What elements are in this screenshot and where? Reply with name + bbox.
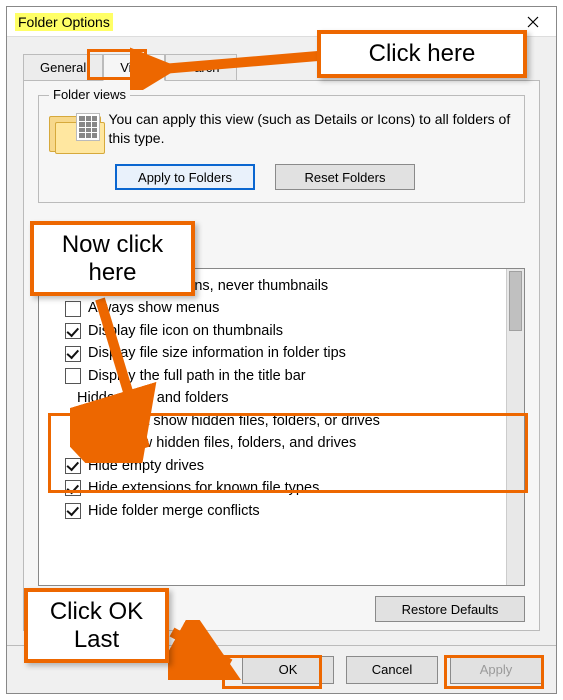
- option-hide-merge-conflicts[interactable]: Hide folder merge conflicts: [45, 500, 502, 522]
- group-hidden-files: Hidden files and folders: [45, 387, 502, 409]
- checkbox-icon: [65, 346, 81, 362]
- callout-click-ok-last: Click OK Last: [24, 588, 169, 663]
- folder-icon: [49, 110, 96, 154]
- option-label: Show hidden files, folders, and drives: [116, 432, 356, 454]
- option-show-hidden[interactable]: Show hidden files, folders, and drives: [45, 432, 502, 454]
- folder-views-description: You can apply this view (such as Details…: [108, 110, 514, 148]
- option-label: Hide folder merge conflicts: [88, 500, 260, 522]
- tab-search[interactable]: arch: [165, 54, 236, 81]
- option-label: Hide extensions for known file types: [88, 477, 319, 499]
- advanced-settings-list: Always show icons, never thumbnails Alwa…: [38, 268, 525, 586]
- option-label: Display the full path in the title bar: [88, 365, 306, 387]
- option-hide-empty-drives[interactable]: Hide empty drives: [45, 455, 502, 477]
- apply-to-folders-button[interactable]: Apply to Folders: [115, 164, 255, 190]
- option-label: Display file size information in folder …: [88, 342, 346, 364]
- tab-page-view: Folder views You can apply this view (su…: [23, 80, 540, 631]
- radio-icon: [93, 436, 109, 452]
- option-always-show-menus[interactable]: Always show menus: [45, 297, 502, 319]
- cancel-button[interactable]: Cancel: [346, 656, 438, 684]
- reset-folders-button[interactable]: Reset Folders: [275, 164, 415, 190]
- option-label: Don't show hidden files, folders, or dri…: [116, 410, 380, 432]
- window-title: Folder Options: [15, 13, 113, 31]
- tab-general[interactable]: General: [23, 54, 103, 81]
- callout-click-here: Click here: [317, 30, 527, 78]
- checkbox-icon: [65, 458, 81, 474]
- option-full-path-title[interactable]: Display the full path in the title bar: [45, 365, 502, 387]
- option-label: Always show menus: [88, 297, 219, 319]
- option-dont-show-hidden[interactable]: Don't show hidden files, folders, or dri…: [45, 410, 502, 432]
- list-scrollbar[interactable]: [506, 269, 524, 585]
- option-hide-extensions[interactable]: Hide extensions for known file types: [45, 477, 502, 499]
- callout-now-click-here: Now click here: [30, 221, 195, 296]
- radio-icon: [93, 413, 109, 429]
- checkbox-icon: [65, 480, 81, 496]
- group-label: Hidden files and folders: [77, 387, 229, 409]
- option-size-in-tips[interactable]: Display file size information in folder …: [45, 342, 502, 364]
- option-file-icon-thumb[interactable]: Display file icon on thumbnails: [45, 320, 502, 342]
- close-icon: [527, 16, 539, 28]
- folder-views-legend: Folder views: [49, 87, 130, 102]
- apply-button[interactable]: Apply: [450, 656, 542, 684]
- checkbox-icon: [65, 368, 81, 384]
- checkbox-icon: [65, 323, 81, 339]
- folder-views-group: Folder views You can apply this view (su…: [38, 95, 525, 203]
- restore-defaults-button[interactable]: Restore Defaults: [375, 596, 525, 622]
- checkbox-icon: [65, 301, 81, 317]
- option-label: Hide empty drives: [88, 455, 204, 477]
- ok-button[interactable]: OK: [242, 656, 334, 684]
- option-label: Display file icon on thumbnails: [88, 320, 283, 342]
- scroll-thumb[interactable]: [509, 271, 522, 331]
- checkbox-icon: [65, 503, 81, 519]
- tab-view[interactable]: View: [103, 54, 165, 81]
